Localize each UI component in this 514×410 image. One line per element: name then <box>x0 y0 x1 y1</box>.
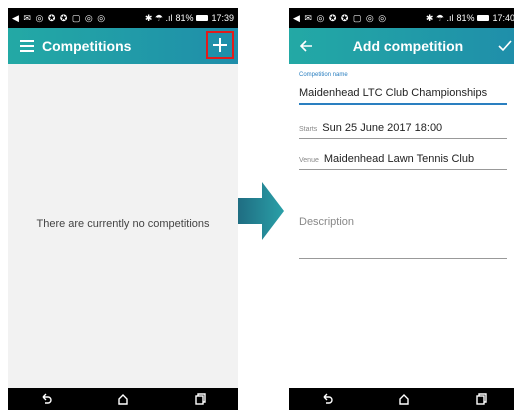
nav-back-icon[interactable] <box>40 393 52 405</box>
status-time: 17:39 <box>211 13 234 23</box>
menu-icon <box>20 40 34 52</box>
description-input[interactable]: Description <box>299 216 354 228</box>
add-competition-button[interactable] <box>206 31 234 59</box>
signal-icons: ✱ ☂ .ıl <box>144 12 173 23</box>
navigation-bar <box>8 388 238 410</box>
transition-arrow <box>238 182 284 240</box>
page-title: Add competition <box>352 38 464 54</box>
starts-value[interactable]: Sun 25 June 2017 18:00 <box>322 122 442 134</box>
starts-label: Starts <box>299 126 318 133</box>
description-underline <box>299 258 507 259</box>
plus-icon <box>213 38 227 52</box>
starts-field[interactable]: Starts Sun 25 June 2017 18:00 <box>299 122 442 134</box>
check-icon[interactable] <box>497 38 513 54</box>
back-button[interactable] <box>289 28 323 64</box>
competition-name-underline <box>299 103 507 105</box>
navigation-bar <box>289 388 514 410</box>
battery-icon <box>196 15 209 21</box>
battery-percent: 81% <box>456 13 475 23</box>
venue-label: Venue <box>299 157 319 164</box>
competition-name-label: Competition name <box>299 72 348 78</box>
nav-back-icon[interactable] <box>321 393 333 405</box>
venue-field[interactable]: Venue Maidenhead Lawn Tennis Club <box>299 153 474 165</box>
venue-underline <box>299 169 507 170</box>
status-time: 17:40 <box>492 13 514 23</box>
starts-underline <box>299 138 507 139</box>
battery-icon <box>477 15 490 21</box>
signal-icons: ✱ ☂ .ıl <box>425 12 454 23</box>
notification-icons: ◀ ✉ ◎ ✪ ✪ ▢ ◎ ◎ <box>293 12 388 23</box>
empty-state-message: There are currently no competitions <box>36 218 210 230</box>
notification-icons: ◀ ✉ ◎ ✪ ✪ ▢ ◎ ◎ <box>12 12 107 23</box>
app-bar: Add competition <box>289 28 514 64</box>
add-competition-screen: ◀ ✉ ◎ ✪ ✪ ▢ ◎ ◎ ✱ ☂ .ıl 81% 17:40 Add co… <box>289 8 514 410</box>
nav-recents-icon[interactable] <box>194 393 206 405</box>
transition-arrow-icon <box>238 182 284 240</box>
competitions-screen: ◀ ✉ ◎ ✪ ✪ ▢ ◎ ◎ ✱ ☂ .ıl 81% 17:39 Compet… <box>8 8 238 410</box>
venue-value[interactable]: Maidenhead Lawn Tennis Club <box>324 153 474 165</box>
status-bar: ◀ ✉ ◎ ✪ ✪ ▢ ◎ ◎ ✱ ☂ .ıl 81% 17:39 <box>8 8 238 28</box>
nav-home-icon[interactable] <box>117 393 129 405</box>
competition-name-input[interactable]: Maidenhead LTC Club Championships <box>299 87 507 99</box>
battery-percent: 81% <box>175 13 194 23</box>
page-title: Competitions <box>42 38 132 54</box>
menu-button[interactable] <box>12 28 42 64</box>
nav-recents-icon[interactable] <box>475 393 487 405</box>
status-bar: ◀ ✉ ◎ ✪ ✪ ▢ ◎ ◎ ✱ ☂ .ıl 81% 17:40 <box>289 8 514 28</box>
app-bar: Competitions <box>8 28 238 64</box>
back-arrow-icon <box>300 40 312 52</box>
nav-home-icon[interactable] <box>398 393 410 405</box>
